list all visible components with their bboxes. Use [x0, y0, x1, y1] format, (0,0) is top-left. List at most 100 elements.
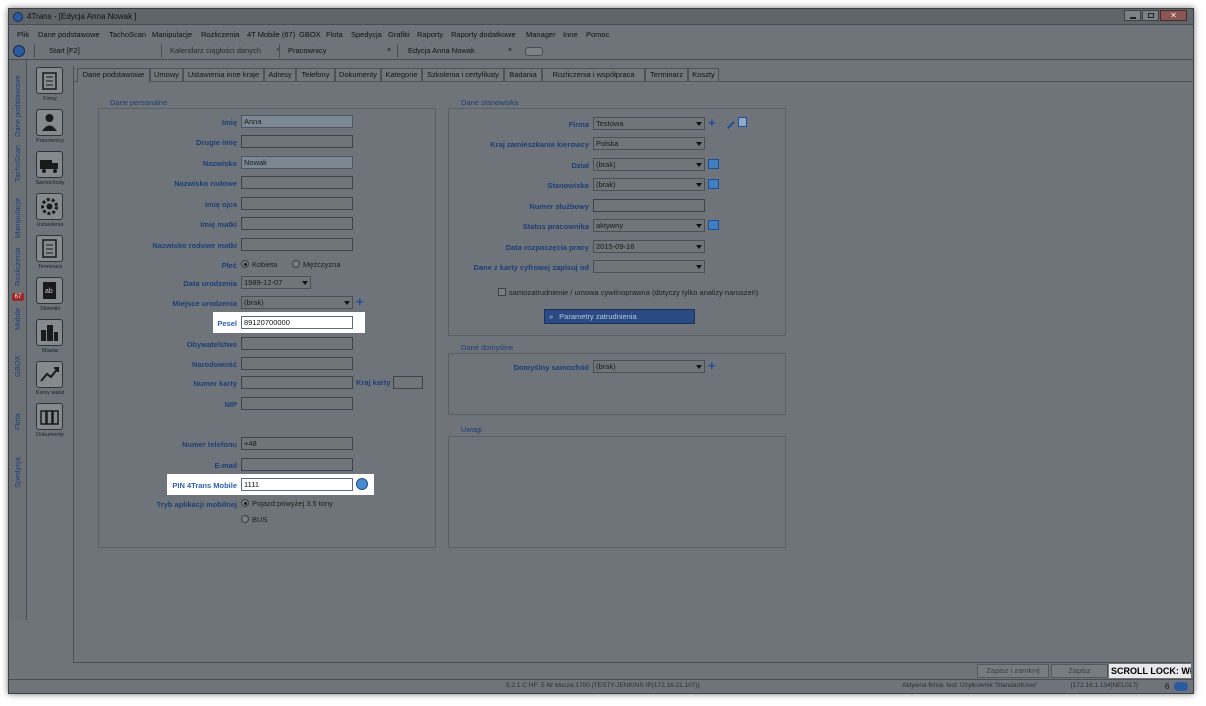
save-close-button[interactable]: Zapisz i zamknij — [977, 664, 1049, 678]
calculator-icon[interactable] — [738, 117, 747, 127]
menu-tachoscan[interactable]: TachoScan — [109, 29, 146, 41]
menu-manager[interactable]: Manager — [526, 29, 556, 41]
menu-grafiki[interactable]: Grafiki — [388, 29, 410, 41]
add-icon[interactable]: + — [708, 116, 716, 129]
menu-gbox[interactable]: GBOX — [299, 29, 321, 41]
vtab-rozliczenia[interactable]: Rozliczenia — [13, 248, 22, 286]
side-item-pracownicy[interactable]: Pracownicy — [28, 106, 72, 146]
side-item-slowniki[interactable]: ab Słowniki — [28, 274, 72, 314]
menu-manipulacje[interactable]: Manipulacje — [152, 29, 192, 41]
vtab-manipulacje[interactable]: Manipulacje — [13, 198, 22, 238]
maximize-icon[interactable] — [1142, 10, 1159, 21]
input-obywatelstwo[interactable] — [241, 337, 353, 350]
notifications-icon[interactable] — [1174, 682, 1188, 691]
menu-inne[interactable]: Inne — [563, 29, 578, 41]
list-edit-icon[interactable] — [708, 159, 719, 169]
vtab-dane-podstawowe[interactable]: Dane podstawowe — [13, 75, 22, 137]
radio-kobieta[interactable] — [241, 260, 249, 268]
notes-textarea[interactable] — [449, 437, 785, 547]
select-kraj-zamieszkania[interactable]: Polska — [593, 137, 705, 150]
input-narodowosc[interactable] — [241, 357, 353, 370]
input-pesel[interactable]: 89120700000 — [241, 316, 353, 329]
menu-raporty-dodatkowe[interactable]: Raporty dodatkowe — [451, 29, 516, 41]
vtab-tachoscan[interactable]: TachoScan — [13, 145, 22, 182]
menu-dane-podstawowe[interactable]: Dane podstawowe — [38, 29, 100, 41]
home-logo-icon[interactable] — [13, 45, 25, 57]
doc-tab-start[interactable]: Start [F2] — [34, 44, 164, 58]
menu-rozliczenia[interactable]: Rozliczenia — [201, 29, 239, 41]
new-tab-icon[interactable] — [525, 47, 543, 56]
close-icon[interactable]: ✕ — [1160, 10, 1187, 21]
input-numer-karty[interactable] — [241, 376, 353, 389]
side-item-dokumenty[interactable]: Dokumenty — [28, 400, 72, 440]
tab-rozliczenia[interactable]: Rozliczenia i współpraca — [542, 68, 645, 81]
side-item-miasta[interactable]: Miasta — [28, 316, 72, 356]
tab-terminarz[interactable]: Terminarz — [645, 68, 688, 81]
select-karta-cyfrowa[interactable] — [593, 260, 705, 273]
doc-tab-edycja[interactable]: Edycja Anna Nowak × — [397, 44, 521, 58]
radio-bus[interactable] — [241, 515, 249, 523]
tab-dane-podstawowe[interactable]: Dane podstawowe — [77, 68, 150, 82]
tab-umowy[interactable]: Umowy — [150, 68, 183, 81]
tab-adresy[interactable]: Adresy — [264, 68, 296, 81]
close-tab-icon[interactable]: × — [508, 44, 512, 58]
tab-koszty[interactable]: Koszty — [688, 68, 719, 81]
list-edit-icon[interactable] — [708, 220, 719, 230]
checkbox-samozatrudnienie[interactable] — [498, 288, 506, 296]
vtab-flota[interactable]: Flota — [13, 413, 22, 430]
select-stanowisko[interactable]: (brak) — [593, 178, 705, 191]
vtab-gbox[interactable]: GBOX — [13, 355, 22, 377]
select-firma[interactable]: Testowa — [593, 117, 705, 130]
radio-mezczyzna[interactable] — [292, 260, 300, 268]
input-nazwisko-rodowe[interactable] — [241, 176, 353, 189]
save-button[interactable]: Zapisz — [1051, 664, 1108, 678]
menu-pomoc[interactable]: Pomoc — [586, 29, 609, 41]
input-nazwisko-matki[interactable] — [241, 238, 353, 251]
input-nazwisko[interactable]: Nowak — [241, 156, 353, 169]
vtab-mobile[interactable]: Mobile — [13, 308, 22, 330]
input-imie-ojca[interactable] — [241, 197, 353, 210]
select-data-rozpoczecia[interactable]: 2015-09-16 — [593, 240, 705, 253]
side-item-samochody[interactable]: Samochody — [28, 148, 72, 188]
input-numer-telefonu[interactable]: +48 — [241, 437, 353, 450]
side-item-ustawienia[interactable]: Ustawienia — [28, 190, 72, 230]
menu-plik[interactable]: Plik — [17, 29, 29, 41]
doc-tab-pracownicy[interactable]: Pracownicy × — [279, 44, 397, 58]
menu-flota[interactable]: Flota — [326, 29, 343, 41]
side-item-terminarz[interactable]: Terminarz — [28, 232, 72, 272]
list-edit-icon[interactable] — [708, 179, 719, 189]
menu-spedycja[interactable]: Spedycja — [351, 29, 382, 41]
vtab-spedycja[interactable]: Spedycja — [13, 457, 22, 488]
select-domyslny-samochod[interactable]: (brak) — [593, 360, 705, 373]
select-miejsce-urodzenia[interactable]: (brak) — [241, 296, 353, 309]
input-imie[interactable]: Anna — [241, 115, 353, 128]
menu-4t-mobile[interactable]: 4T Mobile (67) — [247, 29, 295, 41]
tab-badania[interactable]: Badania — [504, 68, 542, 81]
minimize-icon[interactable] — [1124, 10, 1141, 21]
select-data-urodzenia[interactable]: 1989-12-07 — [241, 276, 311, 289]
input-pin[interactable]: 1111 — [241, 478, 353, 491]
side-item-firmy[interactable]: Firmy — [28, 64, 72, 104]
tab-ustawienia-inne-kraje[interactable]: Ustawienia inne kraje — [183, 68, 264, 81]
tab-telefony[interactable]: Telefony — [296, 68, 335, 81]
select-status-pracownika[interactable]: aktywny — [593, 219, 705, 232]
side-item-kursy-walut[interactable]: Kursy walut — [28, 358, 72, 398]
tab-szkolenia[interactable]: Szkolenia i certyfikaty — [422, 68, 504, 81]
radio-pojazd[interactable] — [241, 499, 249, 507]
input-kraj-karty[interactable] — [393, 376, 423, 389]
doc-tab-kalendarz[interactable]: Kalendarz ciągłości danych × — [161, 44, 286, 58]
tab-kategorie[interactable]: Kategorie — [381, 68, 422, 81]
menu-raporty[interactable]: Raporty — [417, 29, 443, 41]
add-icon[interactable]: + — [708, 359, 716, 372]
select-dzial[interactable]: (brak) — [593, 158, 705, 171]
params-button[interactable]: » Parametry zatrudnienia — [544, 309, 695, 324]
close-tab-icon[interactable]: × — [387, 44, 391, 58]
mobile-sync-icon[interactable] — [356, 478, 368, 490]
input-email[interactable] — [241, 458, 353, 471]
input-nip[interactable] — [241, 397, 353, 410]
input-imie-matki[interactable] — [241, 217, 353, 230]
add-icon[interactable]: + — [356, 295, 364, 308]
input-numer-sluzbowy[interactable] — [593, 199, 705, 212]
tab-dokumenty[interactable]: Dokumenty — [335, 68, 381, 81]
input-drugie-imie[interactable] — [241, 135, 353, 148]
